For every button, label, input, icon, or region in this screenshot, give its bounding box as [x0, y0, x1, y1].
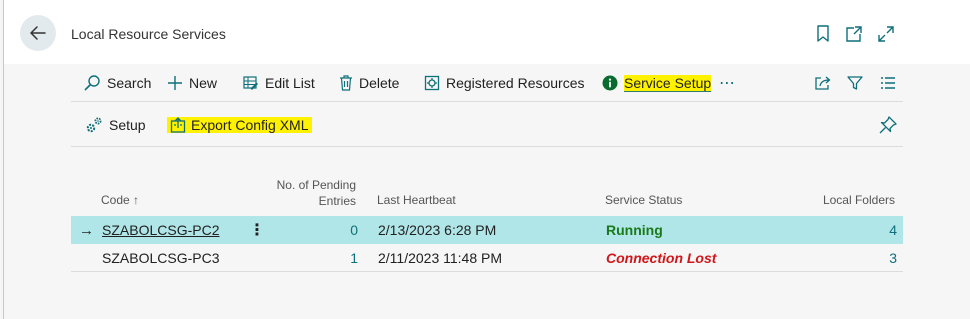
action-bar: Search New Edit List Delete Registered R…	[71, 66, 903, 102]
list-view-button[interactable]	[880, 66, 896, 100]
table-row[interactable]: SZABOLCSG-PC3 1 2/11/2023 11:48 PM Conne…	[71, 244, 903, 272]
column-header-local-folders[interactable]: Local Folders	[784, 193, 895, 207]
share-button[interactable]	[814, 66, 832, 100]
service-setup-button[interactable]: Service Setup	[602, 66, 712, 100]
row-pending-entries[interactable]: 1	[266, 244, 358, 272]
back-button[interactable]	[20, 15, 56, 51]
export-config-xml-button[interactable]: Export Config XML	[167, 108, 312, 142]
pin-icon	[879, 116, 897, 134]
row-pending-entries[interactable]: 0	[266, 216, 358, 244]
page: Local Resource Services Search New Edit …	[3, 0, 970, 319]
delete-button[interactable]: Delete	[339, 66, 399, 100]
expand-button[interactable]	[876, 24, 896, 44]
personalize-pin-button[interactable]	[879, 108, 897, 142]
column-header-pending-line1: No. of Pending	[276, 178, 356, 192]
row-last-heartbeat: 2/11/2023 11:48 PM	[378, 250, 503, 266]
column-header-pending-line2: Entries	[318, 194, 356, 208]
export-icon	[170, 117, 186, 133]
sub-action-bar: Setup Export Config XML	[71, 103, 903, 147]
bookmark-button[interactable]	[813, 24, 833, 44]
column-header-code[interactable]: Code ↑	[101, 193, 139, 207]
bookmark-icon	[817, 25, 829, 42]
search-icon	[84, 75, 100, 91]
open-new-window-icon	[846, 26, 862, 42]
search-button[interactable]: Search	[83, 66, 151, 100]
gears-icon	[86, 117, 102, 133]
new-button[interactable]: New	[167, 66, 217, 100]
edit-list-label: Edit List	[265, 75, 315, 91]
filter-button[interactable]	[847, 66, 863, 100]
setup-label: Setup	[109, 117, 146, 133]
open-new-window-button[interactable]	[844, 24, 864, 44]
expand-icon	[878, 26, 894, 42]
service-setup-label: Service Setup	[624, 75, 712, 91]
more-options-button[interactable]: ⋯	[719, 66, 736, 100]
more-options-icon: ⋯	[719, 75, 736, 92]
export-config-xml-highlight: Export Config XML	[167, 117, 312, 133]
row-local-folders[interactable]: 4	[771, 216, 897, 244]
current-row-arrow: →	[79, 221, 94, 239]
info-icon	[602, 75, 618, 91]
registered-resources-icon	[424, 75, 440, 91]
edit-list-button[interactable]: Edit List	[243, 66, 315, 100]
row-code[interactable]: SZABOLCSG-PC3	[102, 244, 219, 272]
column-header-last-heartbeat[interactable]: Last Heartbeat	[377, 193, 456, 207]
column-header-pending-entries[interactable]: No. of Pending Entries	[266, 177, 356, 209]
row-menu-button[interactable]: ⋮	[249, 216, 265, 244]
share-icon	[815, 76, 831, 90]
page-header: Local Resource Services	[4, 0, 970, 64]
list-view-icon	[881, 77, 895, 89]
plus-icon	[168, 76, 182, 90]
row-code-link[interactable]: SZABOLCSG-PC2	[102, 216, 219, 244]
row-service-status: Connection Lost	[606, 250, 717, 266]
search-label: Search	[107, 75, 152, 91]
export-config-xml-label: Export Config XML	[191, 117, 309, 133]
row-last-heartbeat: 2/13/2023 6:28 PM	[378, 222, 497, 238]
page-title: Local Resource Services	[71, 26, 226, 42]
column-header-service-status[interactable]: Service Status	[605, 193, 682, 207]
delete-label: Delete	[359, 75, 400, 91]
trash-icon	[340, 75, 352, 91]
filter-icon	[847, 76, 863, 90]
registered-resources-button[interactable]: Registered Resources	[424, 66, 585, 100]
row-local-folders[interactable]: 3	[771, 244, 897, 272]
row-service-status: Running	[606, 222, 663, 238]
table-row[interactable]: → SZABOLCSG-PC2 ⋮ 0 2/13/2023 6:28 PM Ru…	[71, 216, 903, 244]
setup-button[interactable]: Setup	[85, 108, 146, 142]
new-label: New	[189, 75, 218, 91]
arrow-left-icon	[30, 26, 46, 40]
edit-list-icon	[243, 76, 258, 90]
registered-resources-label: Registered Resources	[446, 75, 585, 91]
